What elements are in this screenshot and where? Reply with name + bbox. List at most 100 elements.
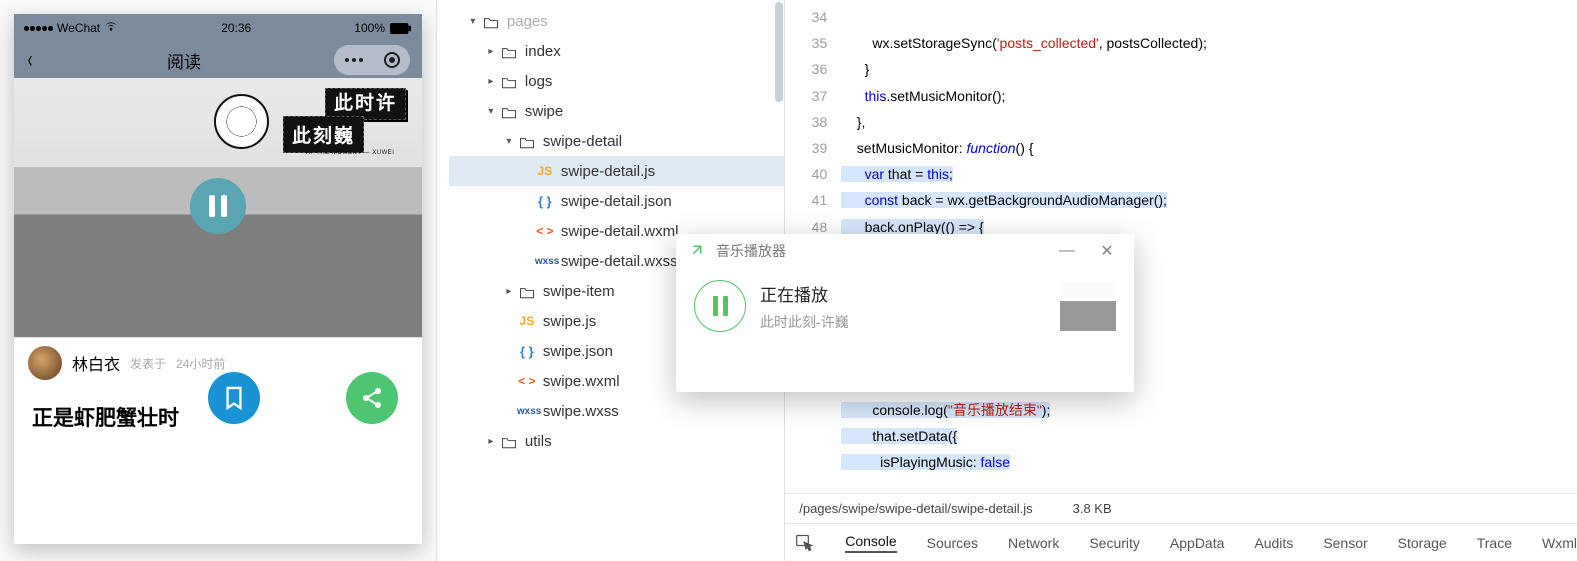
wifi-icon bbox=[104, 21, 118, 35]
tree-item-label: swipe bbox=[519, 103, 563, 120]
minimize-button[interactable]: — bbox=[1052, 242, 1082, 260]
app-logo-icon bbox=[688, 241, 706, 262]
devtools-tab-trace[interactable]: Trace bbox=[1477, 535, 1512, 551]
devtools-tab-storage[interactable]: Storage bbox=[1398, 535, 1447, 551]
battery-percent: 100% bbox=[354, 21, 385, 35]
devtools-tab-security[interactable]: Security bbox=[1089, 535, 1140, 551]
status-file-path: /pages/swipe/swipe-detail/swipe-detail.j… bbox=[799, 501, 1032, 516]
inspect-icon[interactable] bbox=[795, 533, 815, 553]
devtools-tab-sensor[interactable]: Sensor bbox=[1323, 535, 1367, 551]
caret-icon[interactable]: ▸ bbox=[501, 286, 517, 297]
wxml-file-icon: < > bbox=[535, 224, 555, 238]
wxss-file-icon: wxss bbox=[517, 406, 537, 417]
tree-item-label: swipe-detail.wxss bbox=[555, 253, 678, 270]
nav-title: 阅读 bbox=[34, 48, 334, 73]
caret-icon[interactable]: ▸ bbox=[483, 46, 499, 57]
track-name: 此时此刻-许巍 bbox=[760, 312, 1046, 332]
tree-item-label: swipe-detail bbox=[537, 133, 622, 150]
devtools-tab-console[interactable]: Console bbox=[845, 533, 896, 553]
popup-play-pause-button[interactable] bbox=[694, 280, 746, 332]
album-stamp: 此时许 此刻巍 AT THE MOMENT — XUWEI bbox=[226, 88, 406, 158]
play-pause-button[interactable] bbox=[190, 178, 246, 234]
js-file-icon: JS bbox=[535, 164, 555, 178]
file-node[interactable]: wxssswipe.wxss bbox=[449, 396, 784, 426]
json-file-icon: { } bbox=[517, 344, 537, 359]
music-player-popup: 音乐播放器 — ✕ 正在播放 此时此刻-许巍 bbox=[676, 234, 1134, 392]
stamp-subtitle: AT THE MOMENT — XUWEI bbox=[306, 150, 394, 156]
playback-status: 正在播放 bbox=[760, 281, 1046, 306]
file-node[interactable]: { }swipe-detail.json bbox=[449, 186, 784, 216]
editor-status-bar: /pages/swipe/swipe-detail/swipe-detail.j… bbox=[785, 493, 1577, 523]
tree-item-label: swipe-detail.json bbox=[555, 193, 672, 210]
folder-icon bbox=[517, 133, 537, 148]
tree-item-label: logs bbox=[519, 73, 553, 90]
capsule-menu-icon[interactable] bbox=[345, 58, 363, 62]
album-cover bbox=[1060, 281, 1116, 331]
clock-label: 20:36 bbox=[221, 21, 251, 35]
capsule-close-icon[interactable] bbox=[384, 52, 400, 68]
folder-node[interactable]: ▾ pages bbox=[449, 6, 784, 36]
wxss-file-icon: wxss bbox=[535, 256, 555, 267]
close-button[interactable]: ✕ bbox=[1092, 241, 1122, 261]
published-time: 24小时前 bbox=[176, 355, 225, 372]
bookmark-button[interactable] bbox=[208, 372, 260, 424]
json-file-icon: { } bbox=[535, 194, 555, 209]
published-label: 发表于 bbox=[130, 355, 166, 372]
share-icon bbox=[360, 386, 384, 410]
battery-icon bbox=[390, 23, 412, 34]
nav-bar: ‹ 阅读 bbox=[14, 42, 422, 78]
hero-image: 此时许 此刻巍 AT THE MOMENT — XUWEI bbox=[14, 78, 422, 338]
folder-icon bbox=[499, 73, 519, 88]
folder-node[interactable]: ▸ logs bbox=[449, 66, 784, 96]
devtools-tab-audits[interactable]: Audits bbox=[1254, 535, 1293, 551]
caret-icon[interactable]: ▾ bbox=[483, 106, 499, 117]
pause-icon bbox=[209, 195, 227, 217]
phone-frame: WeChat 20:36 100% ‹ 阅读 此 bbox=[14, 14, 422, 544]
tree-item-label: swipe-detail.js bbox=[555, 163, 655, 180]
devtools-tabs: Console Sources Network Security AppData Audi… bbox=[785, 523, 1577, 561]
caret-icon[interactable]: ▸ bbox=[483, 76, 499, 87]
bookmark-icon bbox=[223, 385, 245, 411]
devtools-tab-wxml[interactable]: Wxml bbox=[1542, 535, 1577, 551]
devtools-tab-network[interactable]: Network bbox=[1008, 535, 1059, 551]
folder-icon bbox=[481, 13, 501, 28]
caret-icon[interactable]: ▸ bbox=[483, 436, 499, 447]
folder-icon bbox=[499, 433, 519, 448]
wxml-file-icon: < > bbox=[517, 374, 537, 388]
tree-item-label: index bbox=[519, 43, 561, 60]
share-button[interactable] bbox=[346, 372, 398, 424]
folder-node[interactable]: ▸ utils bbox=[449, 426, 784, 456]
folder-node[interactable]: ▾ swipe bbox=[449, 96, 784, 126]
caret-icon[interactable]: ▾ bbox=[501, 136, 517, 147]
folder-icon bbox=[517, 283, 537, 298]
back-icon[interactable]: ‹ bbox=[28, 46, 33, 74]
stamp-line-2: 此刻巍 bbox=[283, 116, 364, 153]
status-file-size: 3.8 KB bbox=[1073, 501, 1112, 516]
tree-item-label: swipe-item bbox=[537, 283, 615, 300]
capsule-button[interactable] bbox=[334, 45, 410, 75]
caret-icon[interactable]: ▾ bbox=[465, 16, 481, 27]
devtools-tab-sources[interactable]: Sources bbox=[927, 535, 978, 551]
folder-node[interactable]: ▾ swipe-detail bbox=[449, 126, 784, 156]
status-bar: WeChat 20:36 100% bbox=[14, 14, 422, 42]
signal-dots-icon bbox=[24, 26, 53, 31]
tree-item-label: swipe.wxss bbox=[537, 403, 619, 420]
article-body: 此时许 此刻巍 AT THE MOMENT — XUWEI 林白衣 发表于 24… bbox=[14, 78, 422, 446]
carrier-label: WeChat bbox=[57, 21, 100, 35]
folder-icon bbox=[499, 43, 519, 58]
folder-icon bbox=[499, 103, 519, 118]
tree-item-label: swipe.json bbox=[537, 343, 613, 360]
tree-item-label: swipe.js bbox=[537, 313, 596, 330]
tree-item-label: pages bbox=[501, 13, 548, 30]
tree-item-label: utils bbox=[519, 433, 552, 450]
file-node[interactable]: JSswipe-detail.js bbox=[449, 156, 784, 186]
tree-item-label: swipe.wxml bbox=[537, 373, 620, 390]
tree-item-label: swipe-detail.wxml bbox=[555, 223, 679, 240]
js-file-icon: JS bbox=[517, 314, 537, 328]
scrollbar-thumb[interactable] bbox=[775, 2, 783, 102]
clock-graphic-icon bbox=[214, 94, 269, 149]
devtools-tab-appdata[interactable]: AppData bbox=[1170, 535, 1224, 551]
folder-node[interactable]: ▸ index bbox=[449, 36, 784, 66]
popup-title: 音乐播放器 bbox=[716, 241, 786, 261]
simulator-panel: WeChat 20:36 100% ‹ 阅读 此 bbox=[0, 0, 436, 561]
